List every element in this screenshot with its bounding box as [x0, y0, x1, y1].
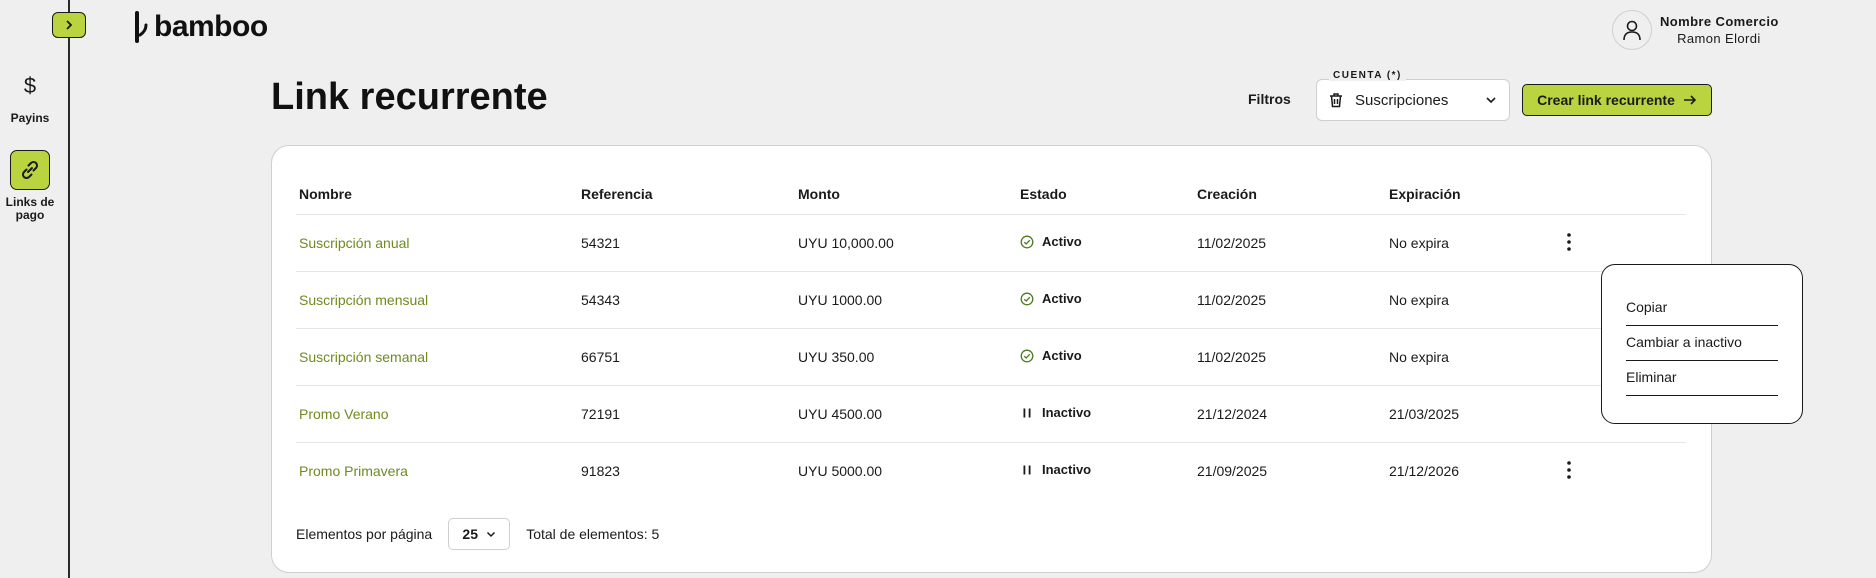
total-elements: Total de elementos: 5: [526, 526, 660, 542]
expand-sidebar-button[interactable]: [52, 12, 86, 38]
table-row[interactable]: Promo Primavera 91823 UYU 5000.00 Inacti…: [296, 442, 1686, 499]
expiration-date: 21/03/2025: [1389, 406, 1460, 422]
link-amount: UYU 350.00: [798, 349, 875, 365]
filters-label[interactable]: Filtros: [1248, 91, 1291, 107]
created-date: 11/02/2025: [1197, 292, 1267, 308]
row-actions-button[interactable]: [1559, 458, 1579, 482]
sidebar-item-links-de-pago[interactable]: Links de pago: [0, 150, 60, 222]
expiration-date: No expira: [1389, 349, 1449, 365]
link-name[interactable]: Suscripción mensual: [299, 292, 428, 308]
account-select[interactable]: CUENTA (*) Suscripciones: [1316, 70, 1510, 121]
menu-item-eliminar[interactable]: Eliminar: [1626, 361, 1778, 396]
dollar-icon: $: [10, 66, 50, 106]
chevron-down-icon: [1486, 97, 1496, 104]
check-circle-icon: [1020, 235, 1034, 248]
page-title: Link recurrente: [271, 76, 548, 118]
trash-icon: [1330, 93, 1342, 108]
expiration-date: No expira: [1389, 292, 1449, 308]
sidebar-item-label: Links de pago: [5, 195, 55, 222]
chevron-down-icon: [486, 531, 496, 538]
create-button-label: Crear link recurrente: [1537, 92, 1675, 108]
column-header-expiracion: Expiración: [1389, 186, 1461, 202]
link-reference: 54343: [581, 292, 620, 308]
status-badge: Activo: [1020, 234, 1082, 249]
status-badge: Activo: [1020, 348, 1082, 363]
account-select-legend: CUENTA (*): [1329, 70, 1406, 81]
link-name[interactable]: Promo Primavera: [299, 463, 408, 479]
column-header-monto: Monto: [798, 186, 840, 202]
create-recurring-link-button[interactable]: Crear link recurrente: [1522, 84, 1712, 116]
svg-text:$: $: [24, 73, 36, 98]
expiration-date: 21/12/2026: [1389, 463, 1460, 479]
row-divider: [296, 385, 1686, 386]
brand-name: bamboo: [154, 10, 268, 43]
per-page-label: Elementos por página: [296, 526, 433, 542]
link-amount: UYU 5000.00: [798, 463, 883, 479]
status-badge: Inactivo: [1020, 462, 1091, 477]
created-date: 21/12/2024: [1197, 406, 1268, 422]
sidebar-item-label: Payins: [10, 111, 50, 125]
link-amount: UYU 4500.00: [798, 406, 883, 422]
status-badge: Inactivo: [1020, 405, 1091, 420]
menu-item-cambiar-a-inactivo[interactable]: Cambiar a inactivo: [1626, 326, 1778, 361]
link-name[interactable]: Promo Verano: [299, 406, 389, 422]
status-label: Activo: [1042, 348, 1082, 363]
check-circle-icon: [1020, 292, 1034, 305]
status-label: Activo: [1042, 234, 1082, 249]
per-page-select[interactable]: 25: [448, 518, 511, 550]
chevron-right-icon: [66, 20, 73, 30]
links-table-card: Nombre Referencia Monto Estado Creación …: [271, 145, 1712, 573]
table-row[interactable]: Suscripción semanal 66751 UYU 350.00 Act…: [296, 328, 1686, 385]
link-reference: 91823: [581, 463, 620, 479]
sidebar-item-payins[interactable]: $ Payins: [0, 66, 60, 125]
status-label: Inactivo: [1042, 405, 1092, 420]
table-row[interactable]: Promo Verano 72191 UYU 4500.00 Inactivo …: [296, 385, 1686, 442]
user-avatar-icon: [1612, 10, 1652, 50]
link-name[interactable]: Suscripción anual: [299, 235, 410, 251]
bamboo-logo-icon: [135, 11, 148, 43]
link-reference: 66751: [581, 349, 620, 365]
pause-icon: [1023, 408, 1031, 417]
link-amount: UYU 1000.00: [798, 292, 883, 308]
row-actions-menu: Copiar Cambiar a inactivo Eliminar: [1601, 264, 1803, 424]
arrow-right-icon: [1683, 95, 1696, 105]
link-name[interactable]: Suscripción semanal: [299, 349, 428, 365]
link-reference: 54321: [581, 235, 620, 251]
column-header-referencia: Referencia: [581, 186, 653, 202]
check-circle-icon: [1020, 349, 1034, 362]
created-date: 11/02/2025: [1197, 349, 1267, 365]
link-reference: 72191: [581, 406, 620, 422]
more-vertical-icon: [1567, 461, 1571, 479]
row-actions-button[interactable]: [1559, 230, 1579, 254]
account-select-value: Suscripciones: [1355, 91, 1449, 109]
pause-icon: [1023, 465, 1031, 474]
created-date: 21/09/2025: [1197, 463, 1268, 479]
row-divider: [296, 442, 1686, 443]
status-label: Inactivo: [1042, 462, 1092, 477]
sidebar: $ Payins Links de pago: [0, 0, 86, 578]
merchant-name: Nombre Comercio: [1660, 14, 1779, 29]
row-divider: [296, 214, 1686, 215]
table-row[interactable]: Suscripción anual 54321 UYU 10,000.00 Ac…: [296, 214, 1686, 271]
created-date: 11/02/2025: [1197, 235, 1267, 251]
per-page-value: 25: [462, 526, 478, 542]
menu-item-copiar[interactable]: Copiar: [1626, 291, 1778, 326]
pagination: Elementos por página 25 Total de element…: [296, 518, 659, 550]
status-badge: Activo: [1020, 291, 1082, 306]
row-divider: [296, 328, 1686, 329]
column-header-creacion: Creación: [1197, 186, 1257, 202]
more-vertical-icon: [1567, 233, 1571, 251]
user-full-name: Ramon Elordi: [1677, 31, 1761, 46]
link-amount: UYU 10,000.00: [798, 235, 894, 251]
row-divider: [296, 271, 1686, 272]
column-header-nombre: Nombre: [299, 186, 352, 202]
expiration-date: No expira: [1389, 235, 1449, 251]
brand-logo[interactable]: bamboo: [134, 10, 268, 44]
column-header-estado: Estado: [1020, 186, 1067, 202]
status-label: Activo: [1042, 291, 1082, 306]
link-icon: [10, 150, 50, 190]
table-row[interactable]: Suscripción mensual 54343 UYU 1000.00 Ac…: [296, 271, 1686, 328]
user-menu[interactable]: Nombre Comercio Ramon Elordi: [1612, 10, 1779, 50]
